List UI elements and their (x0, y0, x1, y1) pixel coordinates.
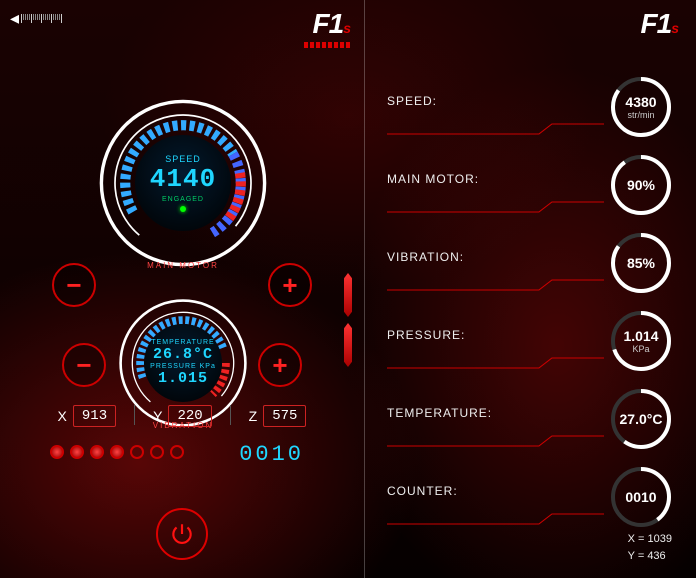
stat-list: SPEED: 4380str/min MAIN MOTOR: 90% VIBRATION… (365, 70, 696, 538)
right-panel: F1s SPEED: 4380str/min MAIN MOTOR: 90% VIBRA… (365, 0, 696, 578)
coords-row: X 913 Y 220 Z 575 (0, 405, 364, 427)
main-gauge-status: ENGAGED (162, 196, 204, 203)
stat-row: VIBRATION: 85% (365, 226, 696, 304)
stat-label: SPEED: (387, 94, 437, 108)
power-icon (169, 521, 195, 547)
connector-line (387, 122, 604, 136)
right-coords: X = 1039 Y = 436 (628, 531, 672, 564)
counter-display: 0010 (239, 442, 304, 467)
coord-y-label: Y (153, 408, 162, 424)
stat-unit: str/min (628, 110, 655, 120)
power-button[interactable] (156, 508, 208, 560)
stat-circle: 90% (608, 152, 674, 218)
coord-x-label: X (58, 408, 67, 424)
logo: F1s (304, 8, 350, 48)
stat-value: 90% (627, 177, 655, 193)
stat-value: 85% (627, 255, 655, 271)
stat-circle: 1.014KPa (608, 308, 674, 374)
coord-z-label: Z (249, 408, 258, 424)
left-panel: ◂ F1s SPEED 4140 ENGAGED (0, 0, 365, 578)
stat-value: 27.0°C (620, 411, 663, 427)
connector-line (387, 434, 604, 448)
main-plus-button[interactable]: + (268, 263, 312, 307)
stat-row: TEMPERATURE: 27.0°C (365, 382, 696, 460)
status-indicator-icon (180, 206, 186, 212)
level-dot (110, 445, 124, 459)
chevron-left-icon: ◂ (10, 8, 19, 29)
main-motor-gauge: SPEED 4140 ENGAGED MAIN MOTOR (98, 98, 268, 268)
level-dot (50, 445, 64, 459)
logo: F1s (641, 8, 678, 40)
main-gauge-name: MAIN MOTOR (98, 261, 268, 270)
vib-minus-button[interactable]: − (62, 343, 106, 387)
stat-unit: KPa (632, 344, 649, 354)
stat-label: TEMPERATURE: (387, 406, 492, 420)
coord-y-value: 220 (168, 405, 211, 427)
stat-row: COUNTER: 0010 (365, 460, 696, 538)
vib-press-label: PRESSURE KPa (150, 363, 216, 370)
stat-label: COUNTER: (387, 484, 458, 498)
vib-temp-label: TEMPERATURE (151, 339, 214, 346)
level-dot (150, 445, 164, 459)
vib-press-value: 1.015 (158, 370, 208, 387)
vib-plus-button[interactable]: + (258, 343, 302, 387)
vib-temp-value: 26.8°C (153, 346, 213, 363)
stat-value: 1.014 (623, 328, 658, 344)
stat-circle: 0010 (608, 464, 674, 530)
level-dots (50, 445, 184, 459)
stat-circle: 27.0°C (608, 386, 674, 452)
level-dot (130, 445, 144, 459)
coord-z-value: 575 (263, 405, 306, 427)
connector-line (387, 200, 604, 214)
stat-row: MAIN MOTOR: 90% (365, 148, 696, 226)
level-dot (90, 445, 104, 459)
main-gauge-label: SPEED (165, 154, 201, 164)
center-slider[interactable] (344, 273, 352, 367)
stat-label: VIBRATION: (387, 250, 464, 264)
coord-x-value: 913 (73, 405, 116, 427)
stat-label: PRESSURE: (387, 328, 465, 342)
main-minus-button[interactable]: − (52, 263, 96, 307)
main-gauge-value: 4140 (150, 164, 216, 194)
level-dot (170, 445, 184, 459)
stat-value: 0010 (625, 489, 656, 505)
stat-label: MAIN MOTOR: (387, 172, 479, 186)
stat-row: SPEED: 4380str/min (365, 70, 696, 148)
stat-circle: 4380str/min (608, 74, 674, 140)
connector-line (387, 512, 604, 526)
scale-ticks (21, 14, 62, 23)
back-button[interactable]: ◂ (10, 8, 62, 29)
stat-value: 4380 (625, 94, 656, 110)
stat-row: PRESSURE: 1.014KPa (365, 304, 696, 382)
connector-line (387, 278, 604, 292)
level-dot (70, 445, 84, 459)
stat-circle: 85% (608, 230, 674, 296)
connector-line (387, 356, 604, 370)
